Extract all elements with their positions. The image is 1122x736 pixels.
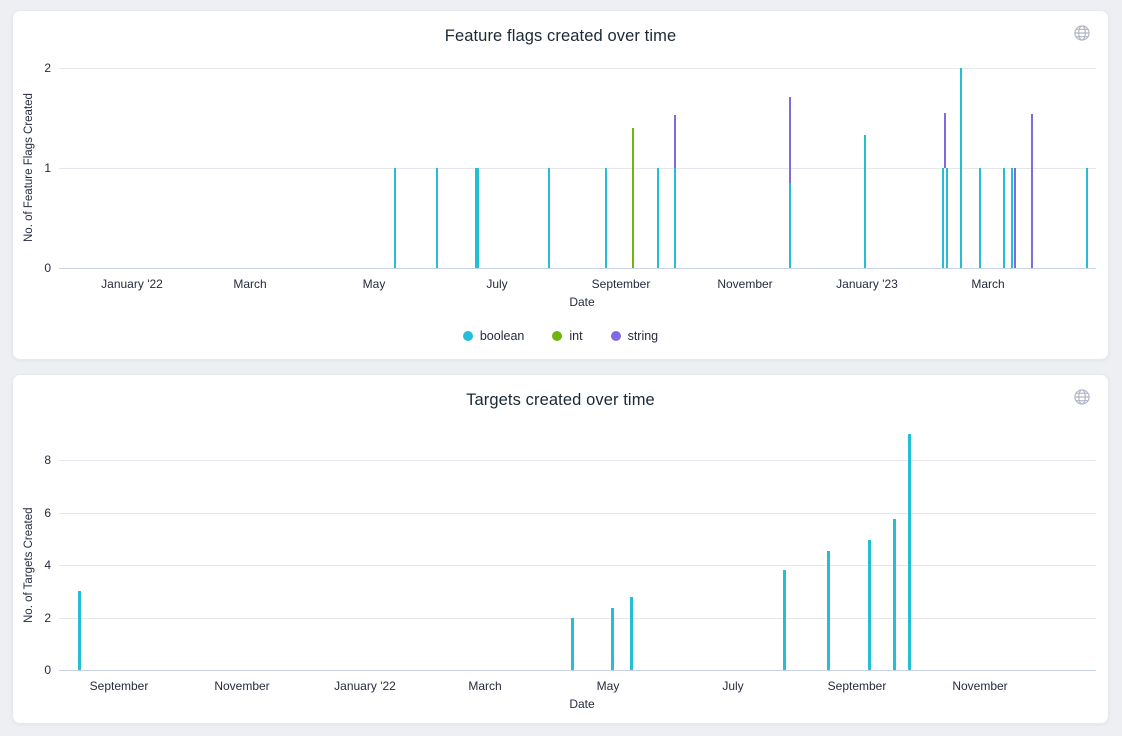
y-tick-label: 0 <box>13 663 51 677</box>
x-tick-label: November <box>214 679 269 693</box>
gridline <box>59 513 1096 514</box>
y-tick-label: 2 <box>13 61 51 75</box>
y-tick-label: 4 <box>13 558 51 572</box>
targets-chart-card: Targets created over time No. of Targets… <box>12 374 1109 724</box>
bar-boolean[interactable] <box>605 168 607 268</box>
y-tick-label: 8 <box>13 453 51 467</box>
legend-item-boolean[interactable]: boolean <box>463 330 525 343</box>
x-tick-label: September <box>828 679 887 693</box>
bar-targets[interactable] <box>783 570 786 670</box>
bar-boolean[interactable] <box>475 168 479 268</box>
bar-string[interactable] <box>1014 168 1016 268</box>
x-tick-label: January '22 <box>101 277 163 291</box>
feature-flags-chart-card: Feature flags created over time No. of F… <box>12 10 1109 360</box>
bar-boolean[interactable] <box>674 168 676 268</box>
bar-boolean[interactable] <box>548 168 550 268</box>
bar-boolean[interactable] <box>394 168 396 268</box>
legend-item-string[interactable]: string <box>611 330 659 343</box>
x-tick-label: May <box>597 679 620 693</box>
bar-boolean[interactable] <box>657 168 659 268</box>
bar-string[interactable] <box>1031 114 1033 268</box>
bar-boolean[interactable] <box>789 183 791 268</box>
x-tick-label: November <box>952 679 1007 693</box>
analytics-dashboard: Feature flags created over time No. of F… <box>0 0 1122 736</box>
legend-label: int <box>569 330 582 343</box>
x-axis-line <box>59 670 1096 671</box>
x-axis-line <box>59 268 1096 269</box>
x-tick-label: March <box>468 679 501 693</box>
bar-boolean[interactable] <box>960 68 962 269</box>
x-tick-label: March <box>233 277 266 291</box>
bar-targets[interactable] <box>611 608 614 670</box>
x-tick-label: January '23 <box>836 277 898 291</box>
x-tick-label: July <box>722 679 743 693</box>
x-axis-title: Date <box>569 697 594 711</box>
x-axis-title: Date <box>569 295 594 309</box>
y-tick-label: 6 <box>13 506 51 520</box>
bar-boolean[interactable] <box>942 168 944 268</box>
bar-targets[interactable] <box>827 551 830 670</box>
bar-int[interactable] <box>632 128 634 268</box>
bar-boolean[interactable] <box>864 135 866 268</box>
x-tick-label: September <box>592 277 651 291</box>
bar-targets[interactable] <box>78 591 81 670</box>
bar-targets[interactable] <box>868 540 871 670</box>
x-tick-label: July <box>486 277 507 291</box>
x-tick-label: November <box>717 277 772 291</box>
gridline <box>59 460 1096 461</box>
bar-targets[interactable] <box>630 597 633 671</box>
bar-boolean[interactable] <box>1003 168 1005 268</box>
chart-legend: boolean int string <box>13 328 1108 344</box>
legend-swatch-boolean <box>463 331 473 341</box>
legend-label: string <box>628 330 659 343</box>
targets-plot-area: 0 2 4 6 8 September November January '22 March Ma… <box>13 375 1108 723</box>
bar-boolean[interactable] <box>946 168 948 268</box>
bar-targets[interactable] <box>893 519 896 670</box>
x-tick-label: September <box>90 679 149 693</box>
gridline <box>59 565 1096 566</box>
gridline <box>59 618 1096 619</box>
y-tick-label: 1 <box>13 161 51 175</box>
legend-item-int[interactable]: int <box>552 330 582 343</box>
bar-string[interactable] <box>789 97 791 183</box>
bar-boolean[interactable] <box>1011 168 1013 268</box>
legend-swatch-string <box>611 331 621 341</box>
bar-targets[interactable] <box>571 618 574 671</box>
y-tick-label: 0 <box>13 261 51 275</box>
bar-string[interactable] <box>674 115 676 168</box>
feature-flags-plot-area: 0 1 2 January '22 March May July September Novem… <box>13 11 1108 359</box>
x-tick-label: March <box>971 277 1004 291</box>
legend-label: boolean <box>480 330 525 343</box>
gridline <box>59 168 1096 169</box>
bar-string[interactable] <box>944 113 946 168</box>
gridline <box>59 68 1096 69</box>
bar-boolean[interactable] <box>1086 168 1088 268</box>
bar-boolean[interactable] <box>979 168 981 268</box>
x-tick-label: January '22 <box>334 679 396 693</box>
bar-boolean[interactable] <box>436 168 438 268</box>
y-tick-label: 2 <box>13 611 51 625</box>
legend-swatch-int <box>552 331 562 341</box>
bar-targets[interactable] <box>908 434 911 670</box>
x-tick-label: May <box>363 277 386 291</box>
